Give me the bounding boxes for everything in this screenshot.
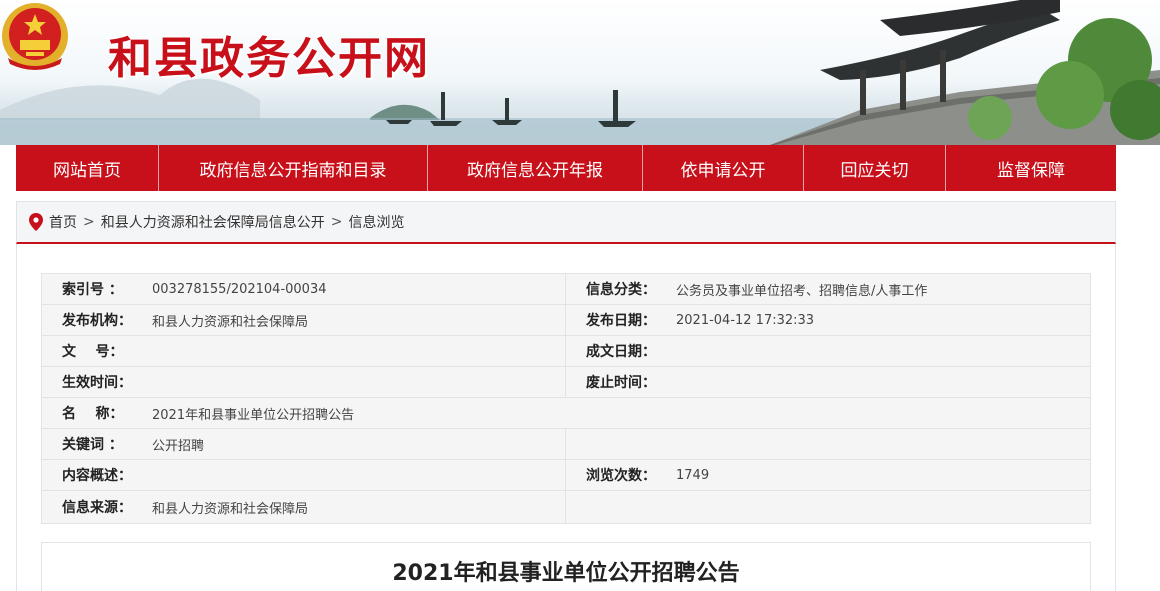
views-label: 浏览次数：	[586, 468, 656, 484]
national-emblem-icon	[2, 3, 68, 70]
effective-label: 生效时间：	[62, 375, 132, 391]
meta-row: 生效时间： 废止时间：	[42, 367, 1090, 398]
meta-row: 发布机构： 和县人力资源和社会保障局 发布日期： 2021-04-12 17:3…	[42, 305, 1090, 336]
pubdate-label: 发布日期：	[586, 313, 656, 329]
name-value: 2021年和县事业单位公开招聘公告	[152, 407, 355, 423]
breadcrumb: 首页 > 和县人力资源和社会保障局信息公开 > 信息浏览	[16, 201, 1116, 244]
breadcrumb-hrss-bureau[interactable]: 和县人力资源和社会保障局信息公开	[101, 212, 325, 232]
keyword-value: 公开招聘	[152, 438, 205, 454]
publisher-label: 发布机构：	[62, 313, 132, 329]
name-label: 名 称：	[62, 406, 124, 422]
nav-item-supervision[interactable]: 监督保障	[946, 145, 1116, 191]
summary-label: 内容概述：	[62, 468, 132, 484]
createdate-label: 成文日期：	[586, 344, 656, 360]
info-metadata-table: 索引号 ： 003278155/202104-00034 信息分类： 公务员及事…	[41, 273, 1091, 524]
docno-label: 文 号：	[62, 344, 124, 360]
source-label: 信息来源：	[62, 500, 132, 516]
nav-item-home[interactable]: 网站首页	[16, 145, 159, 191]
breadcrumb-home[interactable]: 首页	[49, 212, 77, 232]
pubdate-value: 2021-04-12 17:32:33	[676, 312, 815, 328]
article-panel: 2021年和县事业单位公开招聘公告	[41, 542, 1091, 591]
meta-row: 信息来源： 和县人力资源和社会保障局	[42, 491, 1090, 523]
views-value: 1749	[676, 467, 710, 483]
nav-item-guide[interactable]: 政府信息公开指南和目录	[159, 145, 428, 191]
index-value: 003278155/202104-00034	[152, 281, 327, 297]
meta-row: 文 号： 成文日期：	[42, 336, 1090, 367]
breadcrumb-separator: >	[83, 214, 95, 230]
site-title: 和县政务公开网	[108, 33, 430, 84]
article-title: 2021年和县事业单位公开招聘公告	[392, 561, 740, 586]
meta-row: 索引号 ： 003278155/202104-00034 信息分类： 公务员及事…	[42, 274, 1090, 305]
meta-row: 名 称： 2021年和县事业单位公开招聘公告	[42, 398, 1090, 429]
index-label: 索引号 ：	[62, 282, 123, 298]
nav-item-response[interactable]: 回应关切	[804, 145, 946, 191]
publisher-value: 和县人力资源和社会保障局	[152, 314, 309, 330]
expire-label: 废止时间：	[586, 375, 656, 391]
nav-item-annual-report[interactable]: 政府信息公开年报	[428, 145, 643, 191]
location-pin-icon	[29, 213, 43, 231]
breadcrumb-separator: >	[330, 214, 343, 230]
category-value: 公务员及事业单位招考、招聘信息/人事工作	[676, 283, 928, 299]
source-value: 和县人力资源和社会保障局	[152, 501, 309, 517]
meta-row: 内容概述： 浏览次数： 1749	[42, 460, 1090, 491]
header-banner: 和县政务公开网	[0, 0, 1160, 145]
nav-item-apply[interactable]: 依申请公开	[643, 145, 804, 191]
breadcrumb-current[interactable]: 信息浏览	[348, 212, 404, 232]
keyword-label: 关键词 ：	[62, 437, 123, 453]
meta-row: 关键词 ： 公开招聘	[42, 429, 1090, 460]
category-label: 信息分类：	[586, 282, 656, 298]
main-nav: 网站首页 政府信息公开指南和目录 政府信息公开年报 依申请公开 回应关切 监督保…	[16, 145, 1116, 191]
